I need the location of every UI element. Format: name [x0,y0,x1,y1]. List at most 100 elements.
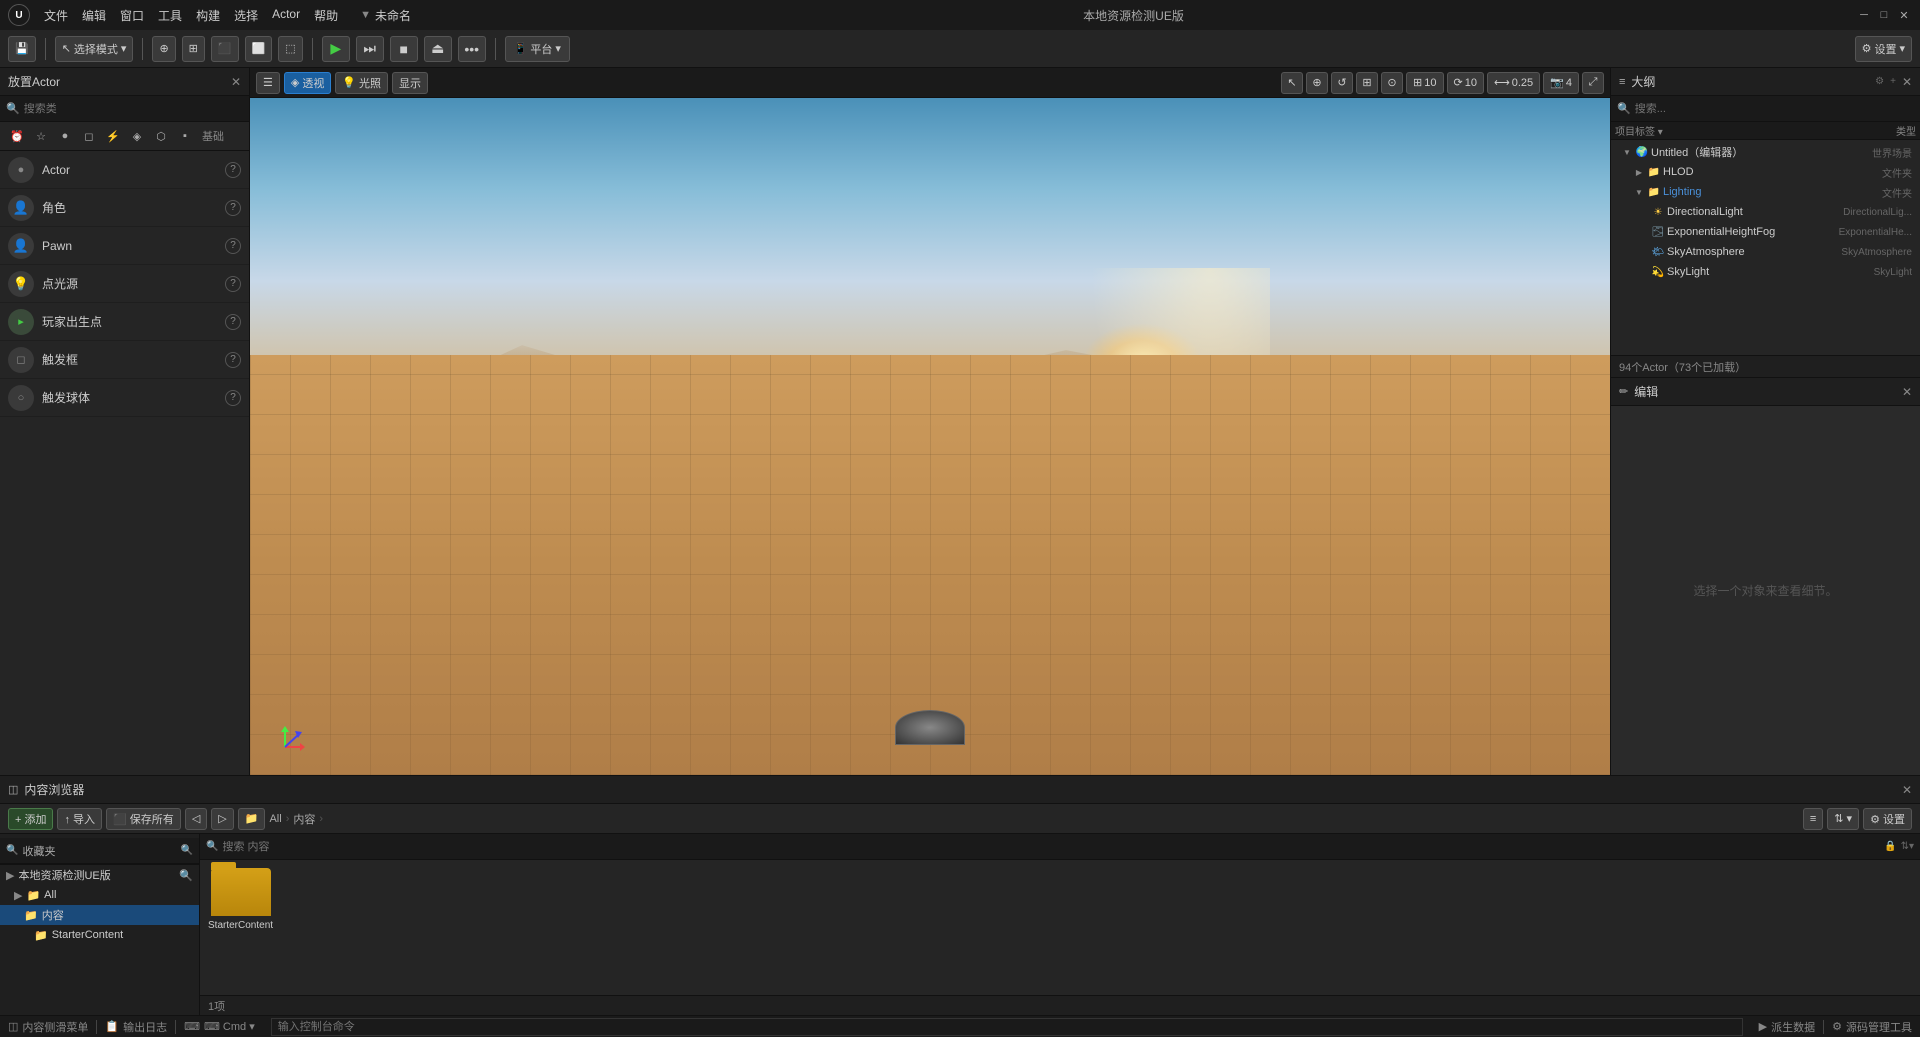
tab-favorite[interactable]: ☆ [30,126,52,146]
tab-recent[interactable]: ⏰ [6,126,28,146]
status-content-browser[interactable]: ◫ 内容侧滑菜单 [8,1019,88,1035]
vp-select-tool[interactable]: ↖ [1281,72,1303,94]
toolbar-save-button[interactable]: 💾 [8,36,36,62]
tree-fog[interactable]: 🌫 ExponentialHeightFog ExponentialHe... [1611,222,1920,242]
select-all-button[interactable]: ⬜ [245,36,273,62]
cb-back-button[interactable]: ◁ [185,808,207,830]
status-cmd[interactable]: ⌨ ⌨ Cmd ▾ [184,1020,255,1033]
play-button[interactable]: ▶ [322,36,350,62]
menu-file[interactable]: 文件 [38,5,74,26]
cb-lock-icon[interactable]: 🔒 [1884,841,1896,852]
menu-window[interactable]: 窗口 [114,5,150,26]
tab-shapes[interactable]: ⚡ [102,126,124,146]
actor-help-triggerbox[interactable]: ? [225,352,241,368]
skip-button[interactable]: ⏭ [356,36,384,62]
tab-cinematic[interactable]: ◈ [126,126,148,146]
tree-hlod[interactable]: ▶ 📁 HLOD 文件夹 [1611,162,1920,182]
tree-skyatmosphere[interactable]: 🌤 SkyAtmosphere SkyAtmosphere [1611,242,1920,262]
status-derive[interactable]: ▶ 派生数据 [1759,1019,1815,1035]
actor-help-actor[interactable]: ? [225,162,241,178]
actor-help-triggersphere[interactable]: ? [225,390,241,406]
console-input[interactable] [271,1018,1743,1036]
actor-search-input[interactable] [24,103,243,115]
menu-edit[interactable]: 编辑 [76,5,112,26]
actor-item-pawn[interactable]: 👤 Pawn ? [0,227,249,265]
outliner-search-input[interactable] [1635,103,1914,115]
tree-skylight[interactable]: 💫 SkyLight SkyLight [1611,262,1920,282]
vp-angle-size[interactable]: ⟳ 10 [1447,72,1484,94]
tab-visual[interactable]: ⬡ [150,126,172,146]
status-source-control[interactable]: ⚙ 源码管理工具 [1832,1019,1912,1035]
vp-perspective-button[interactable]: ◈ 透视 [284,72,331,94]
tree-lighting[interactable]: ▼ 📁 Lighting 文件夹 [1611,182,1920,202]
transform-button[interactable]: ⊕ [152,36,175,62]
menu-build[interactable]: 构建 [190,5,226,26]
settings-button[interactable]: ⚙ 设置 ▾ [1855,36,1912,62]
cb-close[interactable]: ✕ [1902,783,1912,797]
editor-close[interactable]: ✕ [1902,385,1912,399]
vp-lighting-button[interactable]: 💡 光照 [335,72,388,94]
close-button[interactable]: ✕ [1896,7,1912,23]
actor-item-actor[interactable]: ● Actor ? [0,151,249,189]
tab-lights[interactable]: ◻ [78,126,100,146]
menu-help[interactable]: 帮助 [308,5,344,26]
vp-move-tool[interactable]: ⊞ [1356,72,1378,94]
select-mode-button[interactable]: ↖ 选择模式 ▾ [55,36,134,62]
minimize-button[interactable]: ─ [1856,7,1872,23]
vp-expand-tool[interactable]: ⤢ [1582,72,1604,94]
breadcrumb-content[interactable]: 内容 [291,811,317,827]
breadcrumb-all[interactable]: All [267,813,283,825]
vp-show-button[interactable]: 显示 [392,72,428,94]
actor-item-character[interactable]: 👤 角色 ? [0,189,249,227]
vp-cam-speed[interactable]: 📷 4 [1543,72,1579,94]
ue-logo[interactable]: U [8,4,30,26]
actor-item-pointlight[interactable]: 💡 点光源 ? [0,265,249,303]
tab-volumes[interactable]: ▪ [174,126,196,146]
cb-all-btn[interactable]: 📁 [238,808,266,830]
actor-item-playerspawn[interactable]: ▸ 玩家出生点 ? [0,303,249,341]
cb-content-search-input[interactable] [222,841,1880,853]
cb-save-button[interactable]: ⬛ 保存所有 [106,808,181,830]
vp-add-tool[interactable]: ⊕ [1306,72,1328,94]
tab-basic[interactable]: ● [54,126,76,146]
vp-orbit-tool[interactable]: ⊙ [1381,72,1403,94]
menu-select[interactable]: 选择 [228,5,264,26]
stop-button[interactable]: ■ [390,36,418,62]
vp-menu-button[interactable]: ☰ [256,72,280,94]
actor-help-playerspawn[interactable]: ? [225,314,241,330]
tree-directional[interactable]: ☀ DirectionalLight DirectionalLig... [1611,202,1920,222]
outliner-close[interactable]: ✕ [1902,75,1912,89]
cb-sidebar-local[interactable]: ▶ 本地资源检测UE版 🔍 [0,865,199,885]
viewport-canvas[interactable] [250,98,1610,775]
actor-help-pawn[interactable]: ? [225,238,241,254]
cb-add-button[interactable]: + 添加 [8,808,53,830]
vp-refresh-tool[interactable]: ↺ [1331,72,1353,94]
eject-button[interactable]: ⏏ [424,36,452,62]
vp-scale-size[interactable]: ⟷ 0.25 [1487,72,1540,94]
cb-settings-button[interactable]: ⚙ 设置 [1863,808,1912,830]
folder-starter-content[interactable]: StarterContent [208,868,273,931]
actor-item-triggerbox[interactable]: ◻ 触发框 ? [0,341,249,379]
actor-help-pointlight[interactable]: ? [225,276,241,292]
cb-forward-button[interactable]: ▷ [211,808,233,830]
cb-sidebar-all[interactable]: ▶ 📁 All [0,885,199,905]
cb-filter-icon[interactable]: ⇅▾ [1901,841,1914,852]
actor-item-triggersphere[interactable]: ○ 触发球体 ? [0,379,249,417]
status-output-log[interactable]: 📋 输出日志 [105,1019,167,1035]
cb-local-search[interactable]: 🔍 [179,869,193,882]
place-actor-close[interactable]: ✕ [231,75,241,89]
extra-button[interactable]: ⬚ [278,36,302,62]
outliner-add-icon[interactable]: + [1890,76,1896,87]
cb-sort-button[interactable]: ⇅ ▾ [1827,808,1859,830]
platform-button[interactable]: 📱 平台 ▾ [505,36,570,62]
cb-import-button[interactable]: ↑ 导入 [57,808,102,830]
cb-sidebar-content[interactable]: 📁 内容 [0,905,199,925]
vp-grid-size[interactable]: ⊞ 10 [1406,72,1443,94]
build-button[interactable]: ⬛ [211,36,239,62]
menu-tools[interactable]: 工具 [152,5,188,26]
menu-actor[interactable]: Actor [266,5,306,26]
restore-button[interactable]: □ [1876,7,1892,23]
cb-search-icon2[interactable]: 🔍 [181,845,193,856]
more-button[interactable]: ••• [458,36,486,62]
actor-help-character[interactable]: ? [225,200,241,216]
